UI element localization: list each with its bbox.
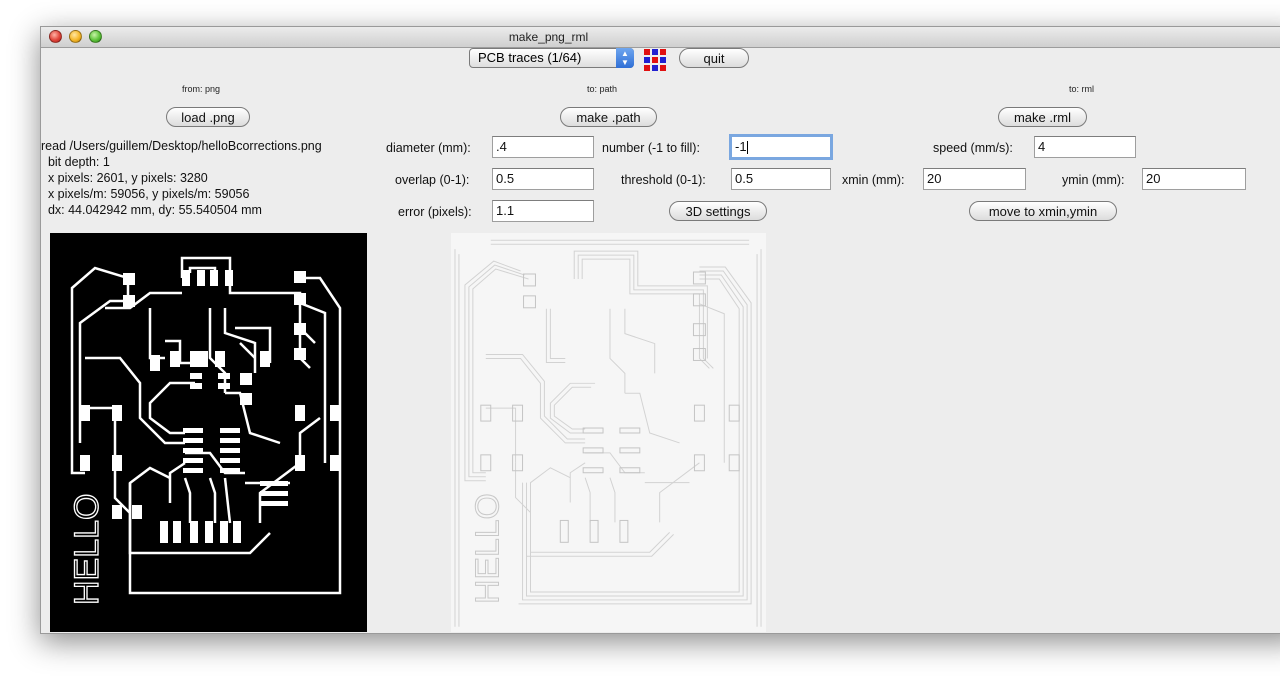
color-grid-cell bbox=[652, 57, 658, 63]
speed-label: speed (mm/s): bbox=[933, 141, 1013, 155]
load-png-button[interactable]: load .png bbox=[166, 107, 250, 127]
xmin-label: xmin (mm): bbox=[842, 173, 905, 187]
3d-settings-button[interactable]: 3D settings bbox=[669, 201, 767, 221]
window-title: make_png_rml bbox=[508, 30, 589, 44]
from-label: from: png bbox=[182, 84, 221, 94]
pcb-traces-image: HELLO bbox=[67, 256, 342, 606]
error-input[interactable]: 1.1 bbox=[492, 200, 594, 222]
color-grid-cell bbox=[652, 49, 658, 55]
threshold-input[interactable]: 0.5 bbox=[731, 168, 831, 190]
format-select[interactable]: PCB traces (1/64) ▲ ▼ bbox=[469, 48, 634, 68]
quit-button[interactable]: quit bbox=[679, 48, 749, 68]
number-label: number (-1 to fill): bbox=[602, 141, 700, 155]
color-grid-cell bbox=[652, 65, 658, 71]
move-to-xmin-ymin-button[interactable]: move to xmin,ymin bbox=[969, 201, 1117, 221]
text-cursor bbox=[746, 141, 748, 155]
ymin-input[interactable]: 20 bbox=[1142, 168, 1246, 190]
path-hello-text: HELLO bbox=[469, 493, 507, 604]
title-bar[interactable]: make_png_rml bbox=[41, 27, 1280, 48]
app-window: make_png_rml PCB traces (1/64) ▲ ▼ quit f… bbox=[40, 26, 1280, 634]
png-preview: HELLO bbox=[50, 233, 367, 632]
to-path-label: to: path bbox=[587, 84, 618, 94]
overlap-input[interactable]: 0.5 bbox=[492, 168, 594, 190]
xmin-input[interactable]: 20 bbox=[923, 168, 1026, 190]
color-grid-cell bbox=[644, 57, 650, 63]
png-info: read /Users/guillem/Desktop/helloBcorrec… bbox=[41, 138, 322, 218]
number-input-value: -1 bbox=[735, 139, 747, 154]
diameter-input[interactable]: .4 bbox=[492, 136, 594, 158]
color-grid-cell bbox=[660, 57, 666, 63]
color-grid-cell bbox=[644, 65, 650, 71]
board-hello-text: HELLO bbox=[68, 494, 106, 606]
format-select-value: PCB traces (1/64) bbox=[478, 50, 582, 65]
png-info-line2: bit depth: 1 bbox=[41, 155, 110, 169]
to-rml-label: to: rml bbox=[1069, 84, 1095, 94]
threshold-label: threshold (0-1): bbox=[621, 173, 706, 187]
diameter-label: diameter (mm): bbox=[386, 141, 471, 155]
color-grid-icon[interactable] bbox=[643, 48, 668, 73]
select-arrows-icon: ▲ ▼ bbox=[616, 48, 634, 68]
color-grid-cell bbox=[660, 49, 666, 55]
color-grid-cell bbox=[660, 65, 666, 71]
png-info-line5: dx: 44.042942 mm, dy: 55.540504 mm bbox=[41, 203, 262, 217]
path-contours-image: HELLO bbox=[454, 239, 762, 627]
png-info-line3: x pixels: 2601, y pixels: 3280 bbox=[41, 171, 208, 185]
ymin-label: ymin (mm): bbox=[1062, 173, 1125, 187]
overlap-label: overlap (0-1): bbox=[395, 173, 470, 187]
make-path-button[interactable]: make .path bbox=[560, 107, 657, 127]
error-label: error (pixels): bbox=[398, 205, 472, 219]
png-info-line1: read /Users/guillem/Desktop/helloBcorrec… bbox=[41, 139, 322, 153]
number-input[interactable]: -1 bbox=[729, 134, 833, 160]
speed-input[interactable]: 4 bbox=[1034, 136, 1136, 158]
color-grid-cell bbox=[644, 49, 650, 55]
path-preview: HELLO bbox=[451, 233, 766, 632]
make-rml-button[interactable]: make .rml bbox=[998, 107, 1087, 127]
png-info-line4: x pixels/m: 59056, y pixels/m: 59056 bbox=[41, 187, 250, 201]
